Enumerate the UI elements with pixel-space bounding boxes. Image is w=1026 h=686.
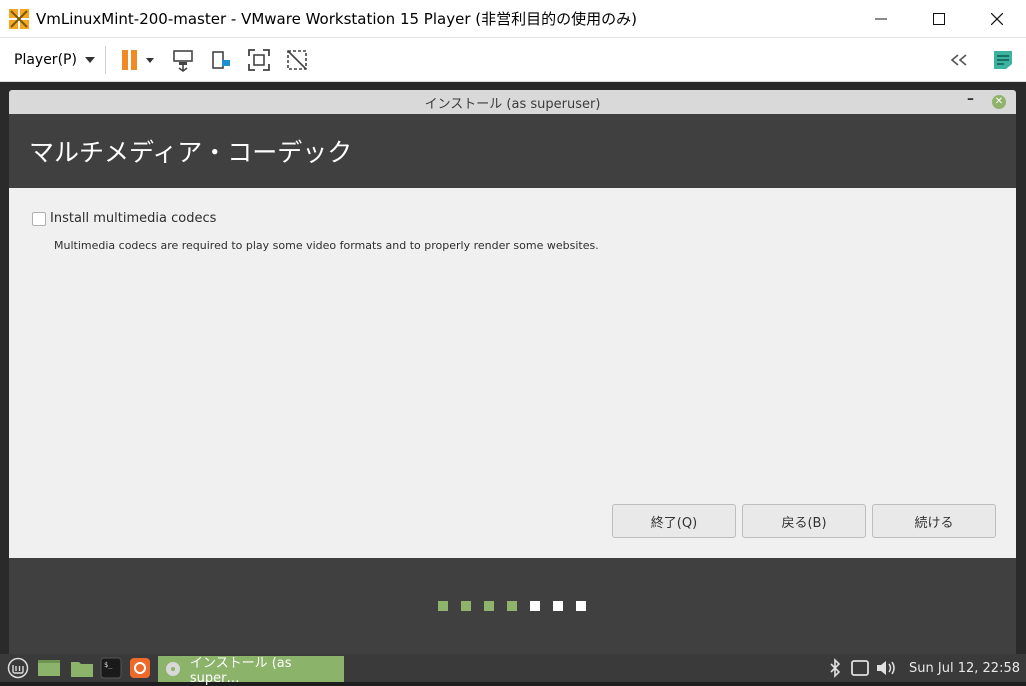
network-button[interactable] bbox=[847, 656, 873, 680]
progress-dot-completed bbox=[438, 601, 448, 611]
quit-button[interactable]: 終了(Q) bbox=[612, 504, 736, 538]
close-button[interactable] bbox=[968, 0, 1026, 38]
show-desktop-button[interactable] bbox=[34, 656, 64, 680]
send-ctrl-alt-del-button[interactable] bbox=[168, 45, 198, 75]
removable-devices-button[interactable] bbox=[206, 45, 236, 75]
progress-dot-completed bbox=[484, 601, 494, 611]
codecs-description: Multimedia codecs are required to play s… bbox=[54, 239, 599, 252]
progress-dot-completed bbox=[507, 601, 517, 611]
player-menu[interactable]: Player(P) bbox=[14, 52, 95, 68]
page-title: マルチメディア・コーデック bbox=[29, 138, 353, 167]
collapse-toolbar-button[interactable] bbox=[944, 45, 974, 75]
installer-footer bbox=[9, 558, 1016, 654]
installer-body: Install multimedia codecs Multimedia cod… bbox=[9, 188, 1016, 558]
window-title: VmLinuxMint-200-master - VMware Workstat… bbox=[36, 10, 637, 28]
files-launcher[interactable] bbox=[68, 656, 96, 680]
network-computer-icon bbox=[173, 49, 193, 72]
install-codecs-checkbox[interactable] bbox=[32, 211, 46, 226]
terminal-launcher[interactable]: $_ bbox=[98, 656, 124, 680]
desktop-icon bbox=[38, 660, 60, 676]
back-button[interactable]: 戻る(B) bbox=[742, 504, 866, 538]
installer-minimize-button[interactable]: – bbox=[967, 91, 974, 107]
disc-icon bbox=[166, 662, 180, 676]
volume-button[interactable] bbox=[873, 656, 899, 680]
network-icon bbox=[851, 660, 869, 676]
chevron-down-icon bbox=[84, 56, 95, 63]
double-chevron-left-icon bbox=[950, 53, 967, 66]
player-menu-label: Player(P) bbox=[14, 51, 77, 68]
notes-button[interactable] bbox=[988, 45, 1018, 75]
progress-dot-pending bbox=[530, 601, 540, 611]
taskbar-window-installer[interactable]: インストール (as super… bbox=[158, 656, 344, 686]
firefox-launcher[interactable] bbox=[126, 656, 154, 680]
window-controls bbox=[852, 0, 1026, 38]
close-icon bbox=[991, 13, 1003, 25]
continue-button[interactable]: 続ける bbox=[872, 504, 996, 538]
installer-titlebar: インストール (as superuser) – ✕ bbox=[9, 90, 1016, 114]
maximize-icon bbox=[933, 13, 945, 25]
installer-header: マルチメディア・コーデック bbox=[9, 114, 1016, 188]
usb-device-icon bbox=[212, 50, 230, 69]
notes-icon bbox=[994, 50, 1012, 69]
progress-dot-pending bbox=[576, 601, 586, 611]
installer-title: インストール (as superuser) bbox=[424, 96, 601, 112]
system-tray: Sun Jul 12, 22:58 bbox=[823, 654, 1026, 682]
progress-dot-completed bbox=[461, 601, 471, 611]
maximize-button[interactable] bbox=[910, 0, 968, 38]
install-codecs-label[interactable]: Install multimedia codecs bbox=[50, 211, 216, 226]
host-titlebar: VmLinuxMint-200-master - VMware Workstat… bbox=[0, 0, 1026, 38]
bluetooth-icon bbox=[830, 658, 841, 678]
host-toolbar: Player(P) bbox=[0, 38, 1026, 82]
minimize-icon bbox=[875, 18, 887, 20]
unity-icon bbox=[287, 49, 307, 70]
codecs-checkbox-row[interactable]: Install multimedia codecs bbox=[32, 211, 216, 226]
toolbar-divider bbox=[104, 45, 106, 74]
full-screen-button[interactable] bbox=[244, 45, 274, 75]
mint-logo-icon bbox=[7, 657, 29, 679]
unity-mode-button[interactable] bbox=[282, 45, 312, 75]
mint-menu-button[interactable] bbox=[4, 656, 32, 680]
pause-icon bbox=[121, 49, 154, 70]
firefox-icon bbox=[130, 658, 150, 678]
volume-icon bbox=[877, 661, 895, 675]
pause-button[interactable] bbox=[120, 45, 160, 75]
taskbar: $_ インストール (as super… Sun Jul 12, 22:58 bbox=[0, 654, 1026, 686]
svg-text:$_: $_ bbox=[104, 661, 113, 669]
bluetooth-button[interactable] bbox=[823, 656, 847, 680]
taskbar-window-label: インストール (as super… bbox=[189, 656, 292, 686]
close-icon: ✕ bbox=[994, 96, 1004, 107]
progress-dot-pending bbox=[553, 601, 563, 611]
terminal-icon: $_ bbox=[100, 657, 122, 679]
installer-close-button[interactable]: ✕ bbox=[992, 95, 1006, 109]
clock[interactable]: Sun Jul 12, 22:58 bbox=[909, 661, 1020, 676]
minimize-button[interactable] bbox=[852, 0, 910, 38]
folder-icon bbox=[71, 662, 93, 677]
fullscreen-icon bbox=[248, 48, 270, 71]
vmware-logo-icon bbox=[8, 8, 30, 30]
progress-dots bbox=[438, 601, 586, 611]
